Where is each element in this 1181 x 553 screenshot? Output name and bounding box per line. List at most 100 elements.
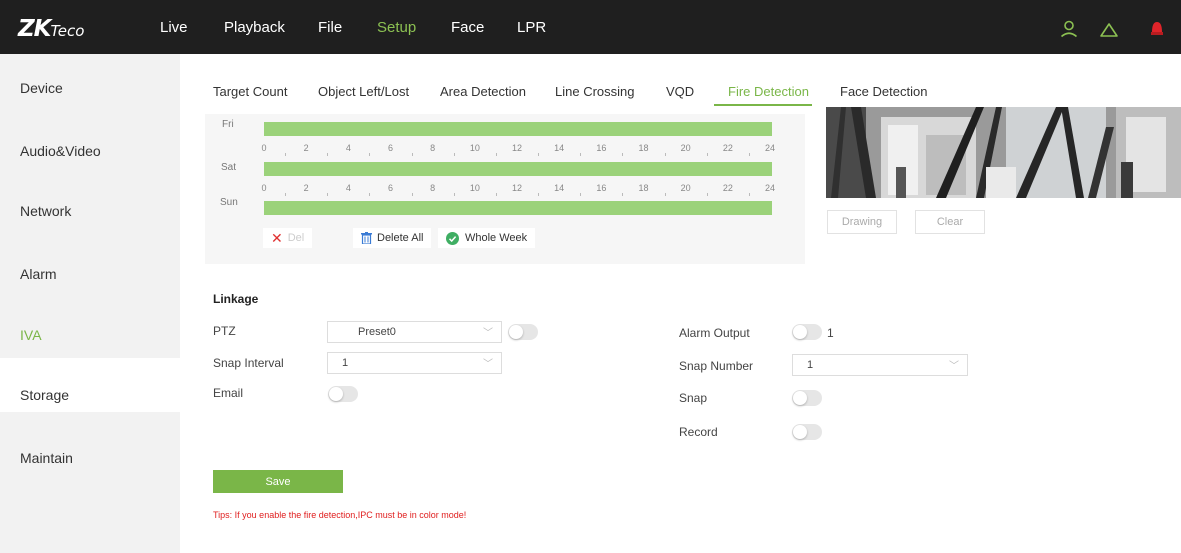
- hour-tick-label: 18: [638, 143, 649, 153]
- nav-face[interactable]: Face: [451, 0, 484, 54]
- schedule-bar-sun[interactable]: [264, 201, 772, 215]
- hour-tick-mark: [495, 153, 497, 156]
- clear-button[interactable]: Clear: [915, 210, 985, 234]
- sidebar-item-audio-video[interactable]: Audio&Video: [20, 143, 101, 159]
- tab-line-crossing[interactable]: Line Crossing: [555, 84, 635, 99]
- alarm-light-icon[interactable]: [1150, 20, 1164, 36]
- nav-playback[interactable]: Playback: [224, 0, 285, 54]
- hour-tick-label: 22: [722, 183, 733, 193]
- hour-tick-mark: [664, 153, 666, 156]
- day-label-fri: Fri: [222, 119, 234, 130]
- cloud-icon[interactable]: [1099, 22, 1119, 38]
- hour-tick-mark: [369, 153, 371, 156]
- hour-tick-label: 16: [596, 183, 607, 193]
- hour-tick-label: 10: [469, 183, 480, 193]
- tab-fire-detection[interactable]: Fire Detection: [728, 84, 809, 99]
- email-toggle[interactable]: [328, 386, 358, 402]
- nav-setup[interactable]: Setup: [377, 0, 416, 54]
- hour-tick-label: 2: [303, 143, 309, 153]
- chevron-down-icon: ﹀: [949, 361, 959, 372]
- logo: ZKTeco: [18, 16, 85, 42]
- ptz-preset-select[interactable]: Preset0 ﹀: [327, 321, 502, 343]
- email-label: Email: [213, 386, 244, 400]
- sidebar-item-network[interactable]: Network: [20, 203, 71, 219]
- hour-tick-mark: [538, 193, 540, 196]
- record-toggle[interactable]: [792, 424, 822, 440]
- sidebar-item-storage[interactable]: Storage: [20, 387, 69, 403]
- snap-number-select[interactable]: 1 ﹀: [792, 354, 968, 376]
- sidebar-item-alarm[interactable]: Alarm: [20, 266, 57, 282]
- hour-tick-mark: [285, 193, 287, 196]
- hour-tick-mark: [453, 193, 455, 196]
- snap-interval-value: 1: [342, 357, 349, 369]
- hour-tick-label: 24: [764, 143, 776, 153]
- hour-tick-mark: [411, 193, 413, 196]
- alarm-output-toggle[interactable]: [792, 324, 822, 340]
- hour-tick-mark: [622, 153, 624, 156]
- sidebar-item-iva[interactable]: IVA: [20, 327, 42, 343]
- hour-tick-mark: [748, 193, 750, 196]
- nav-lpr[interactable]: LPR: [517, 0, 546, 54]
- snap-toggle[interactable]: [792, 390, 822, 406]
- hour-tick-label: 22: [722, 143, 733, 153]
- alarm-output-channel: 1: [827, 326, 834, 340]
- del-button[interactable]: ✕ Del: [263, 228, 313, 248]
- hour-tick-mark: [580, 193, 582, 196]
- hour-tick-label: 12: [511, 183, 523, 193]
- camera-preview[interactable]: [826, 107, 1181, 198]
- schedule-bar-sat[interactable]: [264, 162, 772, 176]
- tab-object-left-lost[interactable]: Object Left/Lost: [318, 84, 409, 99]
- nav-live[interactable]: Live: [160, 0, 188, 54]
- hour-tick-label: 4: [345, 143, 351, 153]
- chevron-down-icon: ﹀: [483, 328, 493, 339]
- hour-tick-mark: [369, 193, 371, 196]
- tab-target-count[interactable]: Target Count: [213, 84, 287, 99]
- sidebar: [0, 54, 180, 553]
- ptz-preset-value: Preset0: [358, 326, 396, 338]
- hour-tick-label: 8: [430, 143, 436, 153]
- snap-interval-select[interactable]: 1 ﹀: [327, 352, 502, 374]
- hour-tick-mark: [706, 193, 708, 196]
- hour-tick-mark: [327, 153, 329, 156]
- del-label: Del: [287, 232, 305, 244]
- hour-tick-label: 8: [430, 183, 436, 193]
- trash-icon: [361, 232, 372, 244]
- snap-interval-label: Snap Interval: [213, 356, 284, 370]
- sidebar-item-device[interactable]: Device: [20, 80, 63, 96]
- hour-tick-label: 14: [554, 183, 565, 193]
- snap-number-label: Snap Number: [679, 359, 754, 373]
- nav-file[interactable]: File: [318, 0, 342, 54]
- active-tab-underline: [714, 104, 812, 106]
- whole-week-label: Whole Week: [465, 232, 528, 244]
- hour-tick-label: 12: [511, 143, 523, 153]
- hour-tick-mark: [664, 193, 666, 196]
- hour-tick-label: 2: [303, 183, 309, 193]
- fire-detection-tip: Tips: If you enable the fire detection,I…: [213, 510, 467, 520]
- whole-week-button[interactable]: Whole Week: [438, 228, 536, 248]
- snap-label: Snap: [679, 391, 708, 405]
- delete-all-button[interactable]: Delete All: [353, 228, 432, 248]
- camera-snapshot-image: [826, 107, 1181, 198]
- user-icon[interactable]: [1060, 20, 1078, 38]
- hour-tick-label: 4: [345, 183, 351, 193]
- drawing-button[interactable]: Drawing: [827, 210, 897, 234]
- hour-tick-label: 6: [387, 183, 394, 193]
- save-button[interactable]: Save: [213, 470, 343, 493]
- hour-tick-label: 6: [387, 143, 394, 153]
- day-label-sun: Sun: [220, 197, 238, 208]
- hour-tick-label: 10: [469, 143, 480, 153]
- alarm-output-label: Alarm Output: [679, 326, 750, 340]
- hour-tick-mark: [538, 153, 540, 156]
- tab-face-detection[interactable]: Face Detection: [840, 84, 927, 99]
- ptz-toggle[interactable]: [508, 324, 538, 340]
- tab-area-detection[interactable]: Area Detection: [440, 84, 526, 99]
- hour-tick-mark: [622, 193, 624, 196]
- hour-tick-mark: [327, 193, 329, 196]
- hour-tick-mark: [285, 153, 287, 156]
- sidebar-item-maintain[interactable]: Maintain: [20, 450, 73, 466]
- tab-vqd[interactable]: VQD: [666, 84, 694, 99]
- hour-tick-mark: [453, 153, 455, 156]
- chevron-down-icon: ﹀: [483, 359, 493, 370]
- linkage-title: Linkage: [213, 292, 259, 306]
- schedule-bar-fri[interactable]: [264, 122, 772, 136]
